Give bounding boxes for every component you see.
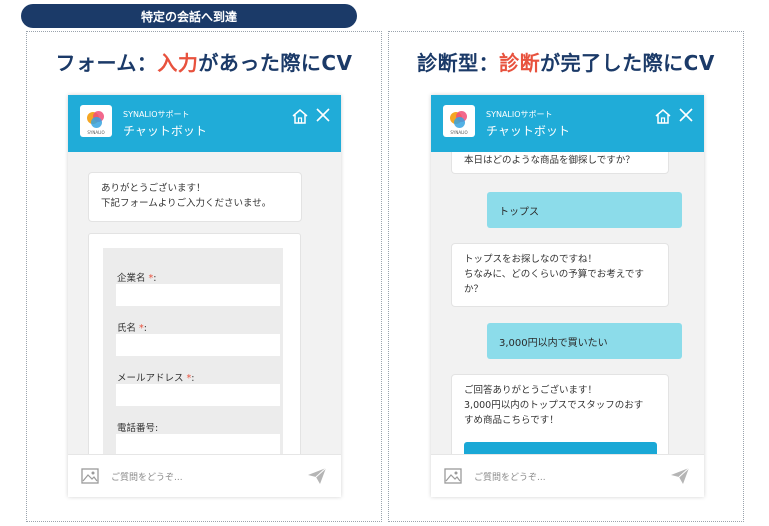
image-icon[interactable] [81,468,99,484]
message-input[interactable]: ご質問をどうぞ... [474,470,546,483]
bot-subtitle: SYNALIOサポート [123,110,190,119]
synalio-logo: SYNALIO [80,105,112,137]
close-icon[interactable] [678,107,694,123]
phone-field[interactable] [116,434,280,454]
bot-name: チャットボット [486,124,570,138]
chat-footer: ご質問をどうぞ... [431,454,704,497]
chat-body: ありがとうございます！ 下記フォームよりご入力くださいませ。 企業名 *: 氏名… [68,152,341,454]
product-link-button[interactable] [464,442,657,454]
chat-header: SYNALIO SYNALIOサポート チャットボット [68,95,341,152]
user-message: トップス [487,192,682,228]
phone-label: 電話番号: [117,423,159,434]
send-icon[interactable] [307,467,327,485]
bot-message: ありがとうございます！ 下記フォームよりご入力くださいませ。 [88,172,302,222]
section-tag: 特定の会話へ到達 [21,4,357,28]
company-field[interactable] [116,284,280,306]
contact-form-card: 企業名 *: 氏名 *: メールアドレス *: 電話番号: [88,233,301,454]
contact-form: 企業名 *: 氏名 *: メールアドレス *: 電話番号: [103,248,283,454]
email-label: メールアドレス *: [117,373,195,384]
bot-subtitle: SYNALIOサポート [486,110,553,119]
image-icon[interactable] [444,468,462,484]
email-field[interactable] [116,384,280,406]
chat-header: SYNALIO SYNALIOサポート チャットボット [431,95,704,152]
home-icon[interactable] [654,108,672,124]
user-message: 3,000円以内で買いたい [487,323,682,359]
chat-body: 本日はどのような商品を御探しですか？ トップス トップスをお探しなのですね！ ち… [431,152,704,454]
bot-message: トップスをお探しなのですね！ ちなみに、どのくらいの予算でお考えです か？ [451,243,669,307]
send-icon[interactable] [670,467,690,485]
chatbot-window: SYNALIO SYNALIOサポート チャットボット ありがとうございます！ … [68,95,341,497]
synalio-logo: SYNALIO [443,105,475,137]
panel-heading: 診断型：診断が完了した際にCV [417,51,715,75]
chatbot-window: SYNALIO SYNALIOサポート チャットボット 本日はどのような商品を御… [431,95,704,497]
message-input[interactable]: ご質問をどうぞ... [111,470,183,483]
name-field[interactable] [116,334,280,356]
panel-heading: フォーム：入力があった際にCV [55,51,353,75]
company-label: 企業名 *: [117,273,157,284]
name-label: 氏名 *: [117,323,147,334]
bot-name: チャットボット [123,124,207,138]
bot-message: 本日はどのような商品を御探しですか？ [451,152,669,174]
home-icon[interactable] [291,108,309,124]
close-icon[interactable] [315,107,331,123]
diagnosis-cv-panel: 診断型：診断が完了した際にCV SYNALIO SYNALIOサポート チャット… [388,31,744,522]
chat-footer: ご質問をどうぞ... [68,454,341,497]
form-cv-panel: フォーム：入力があった際にCV SYNALIO SYNALIOサポート チャット… [26,31,382,522]
